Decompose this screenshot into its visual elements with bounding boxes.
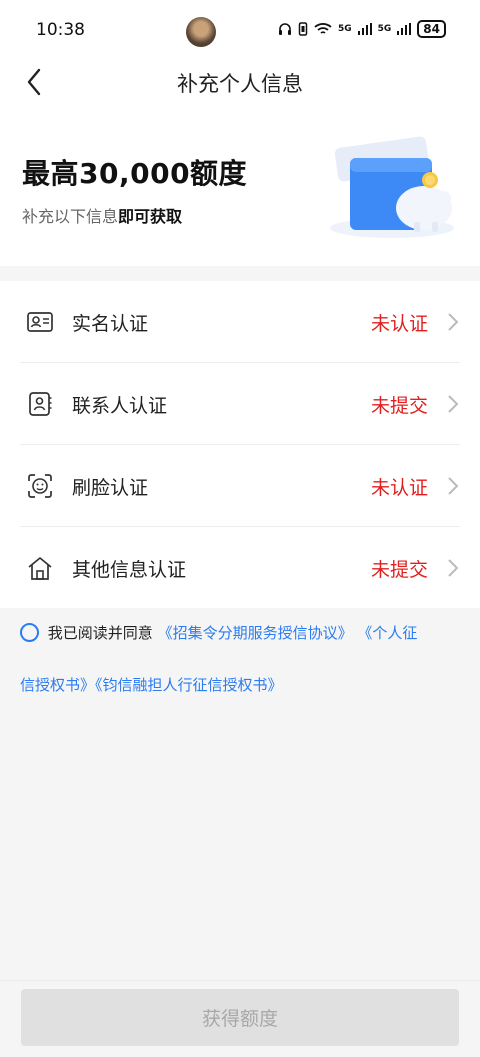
list-item-other-info[interactable]: 其他信息认证 未提交 <box>20 527 460 609</box>
item-status: 未认证 <box>370 477 428 499</box>
item-label: 其他信息认证 <box>72 559 187 581</box>
house-icon <box>28 557 52 580</box>
agreement-line-1: 我已阅读并同意 《招集令分期服务授信协议》 《个人征 <box>20 605 460 661</box>
verification-list: 实名认证 未认证 联系人认证 未提交 刷脸认证 未认证 其他信息认证 未提交 <box>0 281 480 608</box>
signal-icon <box>357 23 372 35</box>
vibrate-icon <box>298 22 308 36</box>
item-label: 刷脸认证 <box>72 477 149 499</box>
credit-limit-title: 最高30,000额度 <box>22 157 248 190</box>
wallet-piggybank-illustration <box>330 136 454 238</box>
network-type-2: 5G <box>377 23 392 34</box>
page-title: 补充个人信息 <box>177 72 303 96</box>
list-item-face[interactable]: 刷脸认证 未认证 <box>20 445 460 527</box>
face-scan-icon <box>28 474 52 498</box>
list-item-real-name[interactable]: 实名认证 未认证 <box>20 281 460 363</box>
network-type-1: 5G <box>337 23 352 34</box>
credit-limit-banner: 最高30,000额度 补充以下信息即可获取 <box>0 104 480 266</box>
chevron-right-icon <box>448 477 459 495</box>
item-status: 未提交 <box>370 395 428 417</box>
wifi-icon <box>314 23 332 34</box>
guarantee-credit-authorization-link[interactable]: 《钧信融担人行征信授权书》 <box>95 676 283 694</box>
chevron-right-icon <box>448 395 459 413</box>
contact-book-icon <box>29 392 52 416</box>
credit-service-agreement-link[interactable]: 《招集令分期服务授信协议》 <box>158 624 353 642</box>
status-time: 10:38 <box>36 20 85 40</box>
nav-bar: 补充个人信息 <box>0 60 480 104</box>
battery-icon: 84 <box>417 20 446 38</box>
credit-limit-subtitle: 补充以下信息即可获取 <box>22 203 182 227</box>
bottom-bar: 获得额度 <box>0 980 480 1057</box>
chevron-right-icon <box>448 559 459 577</box>
personal-credit-authorization-link-cont[interactable]: 信授权书》 <box>20 676 95 694</box>
agreement-line-2: 信授权书》《钧信融担人行征信授权书》 <box>20 657 283 713</box>
notification-avatar-icon <box>186 17 216 47</box>
item-label: 实名认证 <box>72 313 149 335</box>
agreement-checkbox[interactable] <box>20 623 39 642</box>
id-card-icon <box>27 312 53 332</box>
status-icons: 5G 5G 84 <box>278 20 446 38</box>
subtitle-prefix: 补充以下信息 <box>22 207 119 226</box>
subtitle-emphasis: 即可获取 <box>118 207 183 226</box>
signal-icon-2 <box>397 23 412 35</box>
item-status: 未提交 <box>370 559 428 581</box>
item-status: 未认证 <box>370 313 428 335</box>
agreement-prefix: 我已阅读并同意 <box>47 624 153 642</box>
status-bar: 10:38 5G 5G 84 <box>0 0 480 60</box>
chevron-right-icon <box>448 313 459 331</box>
item-label: 联系人认证 <box>72 395 168 417</box>
list-item-contacts[interactable]: 联系人认证 未提交 <box>20 363 460 445</box>
headphones-icon <box>278 23 291 35</box>
personal-credit-authorization-link[interactable]: 《个人征 <box>357 624 417 642</box>
get-credit-button[interactable]: 获得额度 <box>21 989 459 1046</box>
